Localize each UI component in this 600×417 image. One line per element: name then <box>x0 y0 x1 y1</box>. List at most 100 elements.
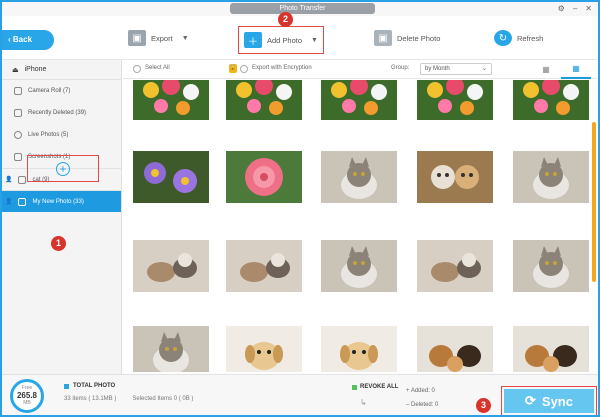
screenshot-icon <box>14 153 22 161</box>
person-icon: 👤 <box>5 177 13 183</box>
person-icon: 👤 <box>5 199 13 205</box>
sidebar-item-label: Live Photos (5) <box>28 132 69 138</box>
sync-icon: ⟳ <box>525 393 536 408</box>
deleted-count: Deleted: 0 <box>411 402 439 408</box>
add-photo-button[interactable]: ＋ Add Photo ▼ <box>238 26 324 54</box>
delete-photo-label: Delete Photo <box>397 33 441 43</box>
refresh-label: Refresh <box>517 33 544 43</box>
photo-thumbnail[interactable] <box>226 240 302 292</box>
delete-photo-button[interactable]: ▣ Delete Photo <box>374 25 440 51</box>
selected-count: Selected Items 0 ( 0B ) <box>132 396 194 402</box>
photo-thumbnail[interactable] <box>133 80 209 120</box>
sidebar-item-label: Camera Roll (7) <box>28 88 71 94</box>
window-controls: ⚙ – ✕ <box>558 3 592 15</box>
photo-thumbnail[interactable] <box>417 151 493 203</box>
back-label: Back <box>12 35 33 44</box>
refresh-icon: ↻ <box>494 30 512 46</box>
photo-thumbnail[interactable] <box>513 240 589 292</box>
sidebar-item-live-photos[interactable]: Live Photos (5) <box>2 124 121 146</box>
chevron-down-icon[interactable]: ▼ <box>311 37 318 44</box>
storage-gauge: Free 265.8 MB <box>10 379 44 413</box>
step-badge-1: 1 <box>51 236 66 251</box>
minimize-icon[interactable]: – <box>573 3 577 15</box>
close-icon[interactable]: ✕ <box>585 3 592 15</box>
window-title: Photo Transfer <box>230 3 375 14</box>
group-label: Group: <box>391 65 410 71</box>
export-encryption-label: Export with Encryption <box>252 65 312 71</box>
export-label: Export <box>151 33 173 43</box>
photo-thumbnail[interactable] <box>133 151 209 203</box>
lock-icon: 🔒 <box>229 64 237 73</box>
sync-label: Sync <box>541 393 573 409</box>
step-badge-2: 2 <box>278 12 293 27</box>
sidebar-item-recently-deleted[interactable]: Recently Deleted (39) <box>2 102 121 124</box>
scrollbar[interactable] <box>592 122 596 282</box>
totals: TOTAL PHOTO 33 items ( 13.1MB ) Selected… <box>64 383 193 402</box>
revoke-all-button[interactable]: REVOKE ALL <box>352 384 398 390</box>
clock-icon <box>14 109 22 117</box>
device-name: iPhone <box>24 66 47 73</box>
items-count: 33 items ( 13.1MB ) <box>64 396 117 402</box>
total-label: TOTAL PHOTO <box>73 383 116 389</box>
toolbar: ‹ Back ▣ Export ▼ ＋ Add Photo ▼ ▣ Delete… <box>2 16 598 60</box>
export-icon: ▣ <box>128 30 146 46</box>
export-button[interactable]: ▣ Export ▼ <box>128 25 189 51</box>
small-grid-icon[interactable]: ▦ <box>561 60 591 79</box>
export-encryption-checkbox[interactable] <box>240 65 248 73</box>
step-badge-3: 3 <box>476 398 491 413</box>
photo-thumbnail[interactable] <box>417 326 493 372</box>
select-all-label: Select All <box>145 65 170 71</box>
photo-thumbnail[interactable] <box>226 80 302 120</box>
delete-photo-icon: ▣ <box>374 30 392 46</box>
photo-thumbnail[interactable] <box>513 151 589 203</box>
settings-icon[interactable]: ⚙ <box>558 3 565 15</box>
added-count: Added: 0 <box>410 388 435 394</box>
photo-thumbnail[interactable] <box>226 151 302 203</box>
photo-thumbnail[interactable] <box>417 240 493 292</box>
album-icon <box>18 197 27 206</box>
photo-thumbnail[interactable] <box>133 326 209 372</box>
group-select[interactable]: by Month ⌄ <box>420 63 492 75</box>
photo-thumbnail[interactable] <box>321 240 397 292</box>
storage-value: 265.8 <box>16 391 38 400</box>
album-icon <box>18 175 27 184</box>
storage-unit: MB <box>23 400 31 406</box>
changes-summary: + Added: 0 – Deleted: 0 <box>406 388 439 408</box>
sidebar-item-camera-roll[interactable]: Camera Roll (7) <box>2 80 121 102</box>
large-grid-icon[interactable]: ▦ <box>531 60 561 79</box>
device-header[interactable]: ⏏ iPhone <box>2 60 121 80</box>
add-photo-label: Add Photo <box>267 35 303 45</box>
sidebar-album-my-new-photo[interactable]: 👤 My New Photo (33) <box>2 190 121 212</box>
select-all-checkbox[interactable] <box>133 65 141 73</box>
photo-thumbnail[interactable] <box>513 80 589 120</box>
sidebar: ⏏ iPhone Camera Roll (7) Recently Delete… <box>2 60 122 374</box>
title-bar: Photo Transfer ⚙ – ✕ <box>2 2 598 16</box>
upload-icon: ⏏ <box>12 66 19 74</box>
photo-thumbnail[interactable] <box>321 151 397 203</box>
photo-thumbnail[interactable] <box>226 326 302 372</box>
plus-icon: + <box>56 161 70 176</box>
revoke-arrow-icon: ↳ <box>360 398 367 407</box>
chevron-down-icon: ⌄ <box>481 66 487 72</box>
back-button[interactable]: ‹ Back <box>2 30 54 50</box>
live-icon <box>14 131 22 139</box>
photo-thumbnail[interactable] <box>133 240 209 292</box>
view-toggle: ▦ ▦ <box>531 60 591 79</box>
chevron-down-icon[interactable]: ▼ <box>182 35 189 42</box>
add-photo-icon: ＋ <box>244 32 262 48</box>
sidebar-item-label: My New Photo (33) <box>32 198 84 205</box>
app-window: Photo Transfer ⚙ – ✕ ‹ Back ▣ Export ▼ ＋… <box>0 0 600 417</box>
photo-thumbnail[interactable] <box>417 80 493 120</box>
add-album-button[interactable]: + <box>27 155 99 182</box>
refresh-button[interactable]: ↻ Refresh <box>494 25 543 51</box>
photo-thumbnail[interactable] <box>321 80 397 120</box>
photo-thumbnail[interactable] <box>321 326 397 372</box>
photo-grid <box>123 80 591 372</box>
sync-button[interactable]: ⟳ Sync <box>501 386 597 415</box>
revoke-dot-icon <box>352 384 357 390</box>
photo-thumbnail[interactable] <box>513 326 589 372</box>
group-value: by Month <box>425 66 450 72</box>
total-dot-icon <box>64 383 69 389</box>
camera-icon <box>14 87 22 95</box>
filter-bar: Select All 🔒 Export with Encryption Grou… <box>123 60 598 79</box>
